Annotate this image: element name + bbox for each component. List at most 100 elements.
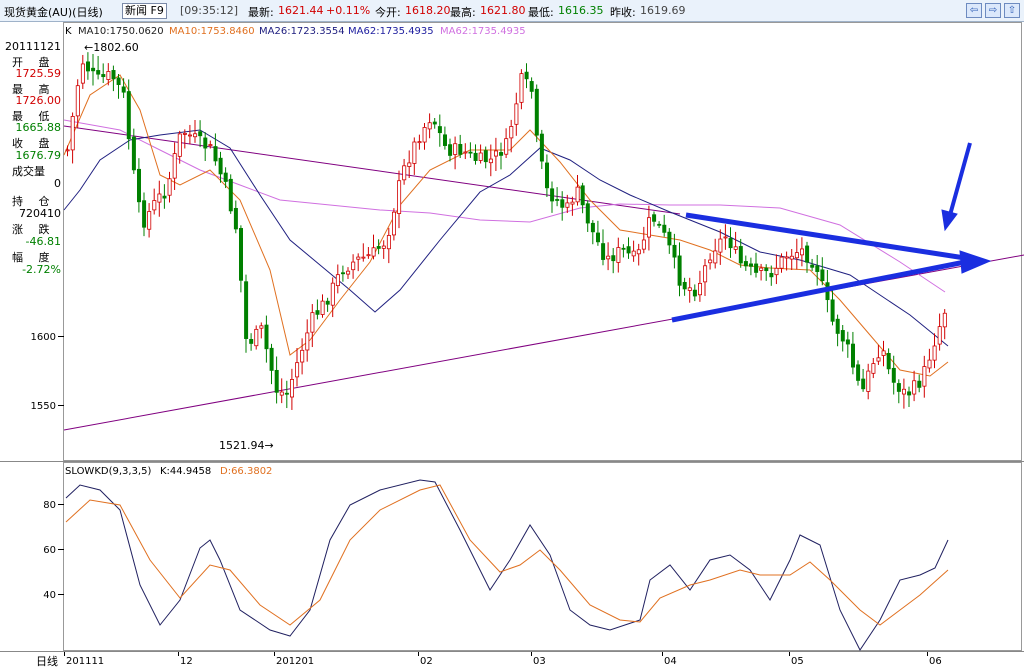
kd-legend: SLOWKD(9,3,3,5) K:44.9458 D:66.3802 [65, 466, 272, 477]
candle-body [590, 222, 595, 233]
candle-body [937, 326, 942, 345]
candle-body [509, 126, 514, 139]
candle-body [152, 200, 157, 211]
candle-body [101, 74, 106, 78]
candle-body [213, 146, 218, 162]
candle-body [172, 153, 177, 179]
candle-body [866, 370, 871, 392]
candle-body [376, 246, 381, 249]
candle-body [147, 211, 152, 230]
candle-body [932, 345, 937, 361]
candle-body [881, 350, 886, 356]
candle-body [896, 383, 901, 392]
candle-body [310, 312, 315, 333]
candle-body [177, 133, 182, 157]
candle-body [325, 300, 330, 305]
candle-body [432, 121, 437, 125]
legend-ma10-a: MA10:1750.0620 [78, 26, 164, 37]
candle-body [570, 201, 575, 205]
candle-body [784, 256, 789, 259]
candle-body [279, 391, 284, 396]
candle-body [402, 165, 407, 181]
y-tick-1550: 1550 [31, 401, 56, 412]
candle-body [708, 259, 713, 264]
candle-body [315, 310, 320, 315]
candle-body [800, 248, 805, 256]
candle-body [167, 178, 172, 196]
candle-body [208, 144, 213, 146]
x-tick-201201: 201201 [276, 656, 314, 667]
candle-body [545, 162, 550, 189]
max-price-label: ←1802.60 [84, 41, 139, 54]
candle-body [448, 144, 453, 156]
candle-body [131, 136, 136, 171]
candle-body [269, 347, 274, 371]
candle-body [601, 243, 606, 260]
candle-body [942, 312, 947, 328]
candle-body [718, 238, 723, 253]
candle-body [116, 77, 121, 85]
candle-body [774, 267, 779, 276]
candle-body [514, 103, 519, 125]
candle-body [687, 287, 692, 291]
candle-body [580, 185, 585, 206]
candle-body [162, 195, 167, 199]
kd-tick-40: 40 [43, 590, 56, 601]
candle-body [65, 149, 70, 152]
candle-body [91, 67, 96, 72]
candle-body [621, 247, 626, 250]
candle-body [672, 244, 677, 258]
kd-legend-title: SLOWKD(9,3,3,5) [65, 466, 151, 477]
candle-body [386, 235, 391, 250]
candle-body [289, 379, 294, 398]
price-panel-frame [63, 22, 1022, 461]
candle-body [647, 217, 652, 238]
legend-k: K [65, 26, 72, 37]
kd-tick-80: 80 [43, 500, 56, 511]
arrowhead-icon [959, 250, 992, 274]
chart-area[interactable]: K MA10:1750.0620 MA10:1753.8460 MA26:172… [0, 0, 1024, 672]
candle-body [759, 267, 764, 271]
x-tick-04: 04 [664, 656, 677, 667]
x-tick-02: 02 [420, 656, 433, 667]
candle-body [810, 264, 815, 268]
candle-body [565, 202, 570, 208]
candle-body [835, 318, 840, 334]
candle-body [682, 281, 687, 290]
candle-body [407, 162, 412, 167]
candle-body [764, 267, 769, 272]
candle-body [305, 332, 310, 351]
candle-body [652, 214, 657, 222]
candle-body [667, 231, 672, 246]
kd-legend-k: K:44.9458 [160, 466, 211, 477]
candle-body [427, 122, 432, 130]
candle-body [733, 246, 738, 250]
x-tick-05: 05 [791, 656, 804, 667]
x-tick-03: 03 [533, 656, 546, 667]
candle-body [203, 137, 208, 149]
candle-body [902, 388, 907, 395]
ma26-line [63, 129, 949, 347]
candle-body [769, 272, 774, 278]
candle-body [917, 380, 922, 388]
candle-body [550, 188, 555, 202]
candle-body [493, 150, 498, 157]
candle-body [96, 70, 101, 75]
candle-body [534, 88, 539, 136]
candle-body [417, 141, 422, 144]
x-tick-201111: 201111 [66, 656, 104, 667]
candle-body [876, 357, 881, 362]
candle-body [662, 224, 667, 233]
candle-body [738, 246, 743, 264]
candle-body [473, 152, 478, 161]
candle-body [692, 289, 697, 297]
x-tick-06: 06 [929, 656, 942, 667]
candle-body [193, 133, 198, 138]
candle-body [458, 143, 463, 155]
candle-body [356, 256, 361, 260]
candle-body [856, 364, 861, 381]
candle-body [228, 178, 233, 212]
candle-body [187, 134, 192, 137]
candle-body [636, 249, 641, 255]
candle-body [437, 126, 442, 134]
